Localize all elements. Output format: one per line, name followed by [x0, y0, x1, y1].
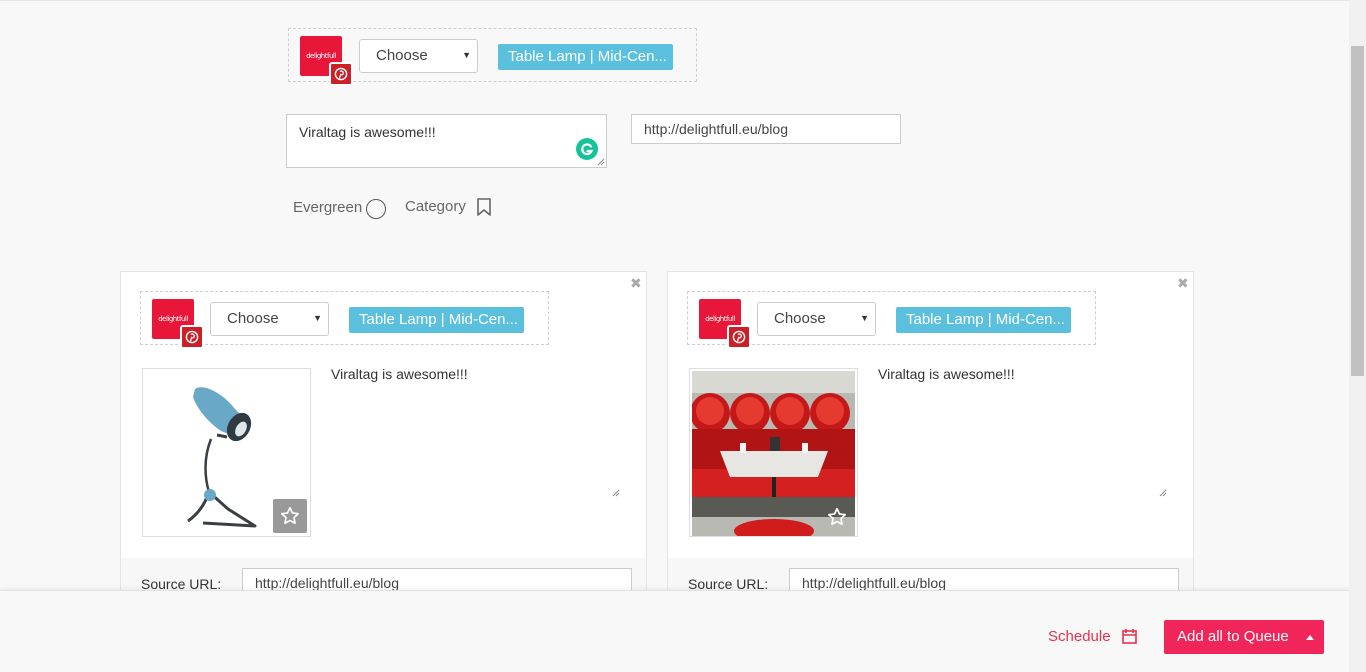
favorite-button[interactable]: [273, 499, 307, 533]
chevron-down-icon: ▼: [462, 50, 471, 60]
brand-logo-text: delightfull: [158, 315, 188, 323]
url-value: http://delightfull.eu/blog: [644, 121, 788, 137]
account-group: delightfull Choose ▼ Table Lamp | Mid-Ce…: [140, 291, 549, 349]
resize-handle-icon[interactable]: [1159, 489, 1167, 497]
queue-button-label: Add all to Queue: [1177, 628, 1289, 645]
resize-handle-icon[interactable]: [597, 158, 605, 166]
account-select[interactable]: Choose ▼: [359, 39, 478, 73]
bottom-action-bar: Schedule Add all to Queue: [0, 590, 1349, 672]
message-textarea[interactable]: Viraltag is awesome!!!: [286, 114, 607, 168]
caption-text[interactable]: Viraltag is awesome!!!: [878, 366, 1015, 382]
schedule-button[interactable]: Schedule: [1048, 628, 1111, 645]
pin-image[interactable]: [689, 368, 858, 537]
bookmark-icon[interactable]: [476, 198, 492, 216]
select-value: Choose: [227, 310, 279, 327]
pinterest-icon: [727, 325, 751, 349]
source-url-value: http://delightfull.eu/blog: [255, 575, 399, 591]
chevron-down-icon: ▼: [313, 313, 322, 323]
account-group-top: delightfull Choose ▼ Table Lamp | Mid-Ce…: [288, 28, 697, 86]
board-tag[interactable]: Table Lamp | Mid-Cen...: [498, 44, 673, 70]
resize-handle-icon[interactable]: [612, 489, 620, 497]
pinterest-icon: [180, 325, 204, 349]
chevron-down-icon: ▼: [860, 313, 869, 323]
radio-circle-icon[interactable]: [366, 199, 386, 219]
brand-logo-text: delightfull: [306, 52, 336, 60]
brand-logo-text: delightfull: [705, 315, 735, 323]
account-group: delightfull Choose ▼ Table Lamp | Mid-Ce…: [687, 291, 1096, 349]
category-label[interactable]: Category: [405, 198, 466, 215]
select-value: Choose: [774, 310, 826, 327]
source-url-value: http://delightfull.eu/blog: [802, 575, 946, 591]
url-input[interactable]: http://delightfull.eu/blog: [631, 114, 901, 144]
close-icon[interactable]: ✖: [630, 275, 642, 292]
page-scrollbar[interactable]: [1349, 0, 1366, 672]
top-divider: [0, 0, 1349, 1]
calendar-icon[interactable]: [1122, 628, 1137, 644]
pin-image[interactable]: [142, 368, 311, 537]
select-value: Choose: [376, 47, 428, 64]
post-card: ✖ delightfull Choose ▼ Table Lamp | Mid-…: [667, 271, 1194, 602]
star-icon[interactable]: [827, 507, 847, 527]
pinterest-icon: [329, 62, 353, 86]
grammarly-icon[interactable]: [576, 138, 598, 160]
evergreen-label: Evergreen: [293, 199, 363, 216]
close-icon[interactable]: ✖: [1177, 275, 1189, 292]
account-select[interactable]: Choose ▼: [210, 302, 329, 336]
add-all-to-queue-button[interactable]: Add all to Queue: [1164, 620, 1324, 654]
post-card: ✖ delightfull Choose ▼ Table Lamp | Mid-…: [120, 271, 647, 602]
message-text: Viraltag is awesome!!!: [299, 124, 436, 140]
caret-up-icon[interactable]: [1306, 635, 1314, 640]
caption-text[interactable]: Viraltag is awesome!!!: [331, 366, 468, 382]
account-select[interactable]: Choose ▼: [757, 302, 876, 336]
board-tag[interactable]: Table Lamp | Mid-Cen...: [896, 307, 1071, 333]
star-icon: [281, 506, 299, 525]
scrollbar-thumb[interactable]: [1351, 46, 1364, 376]
board-tag[interactable]: Table Lamp | Mid-Cen...: [349, 307, 524, 333]
